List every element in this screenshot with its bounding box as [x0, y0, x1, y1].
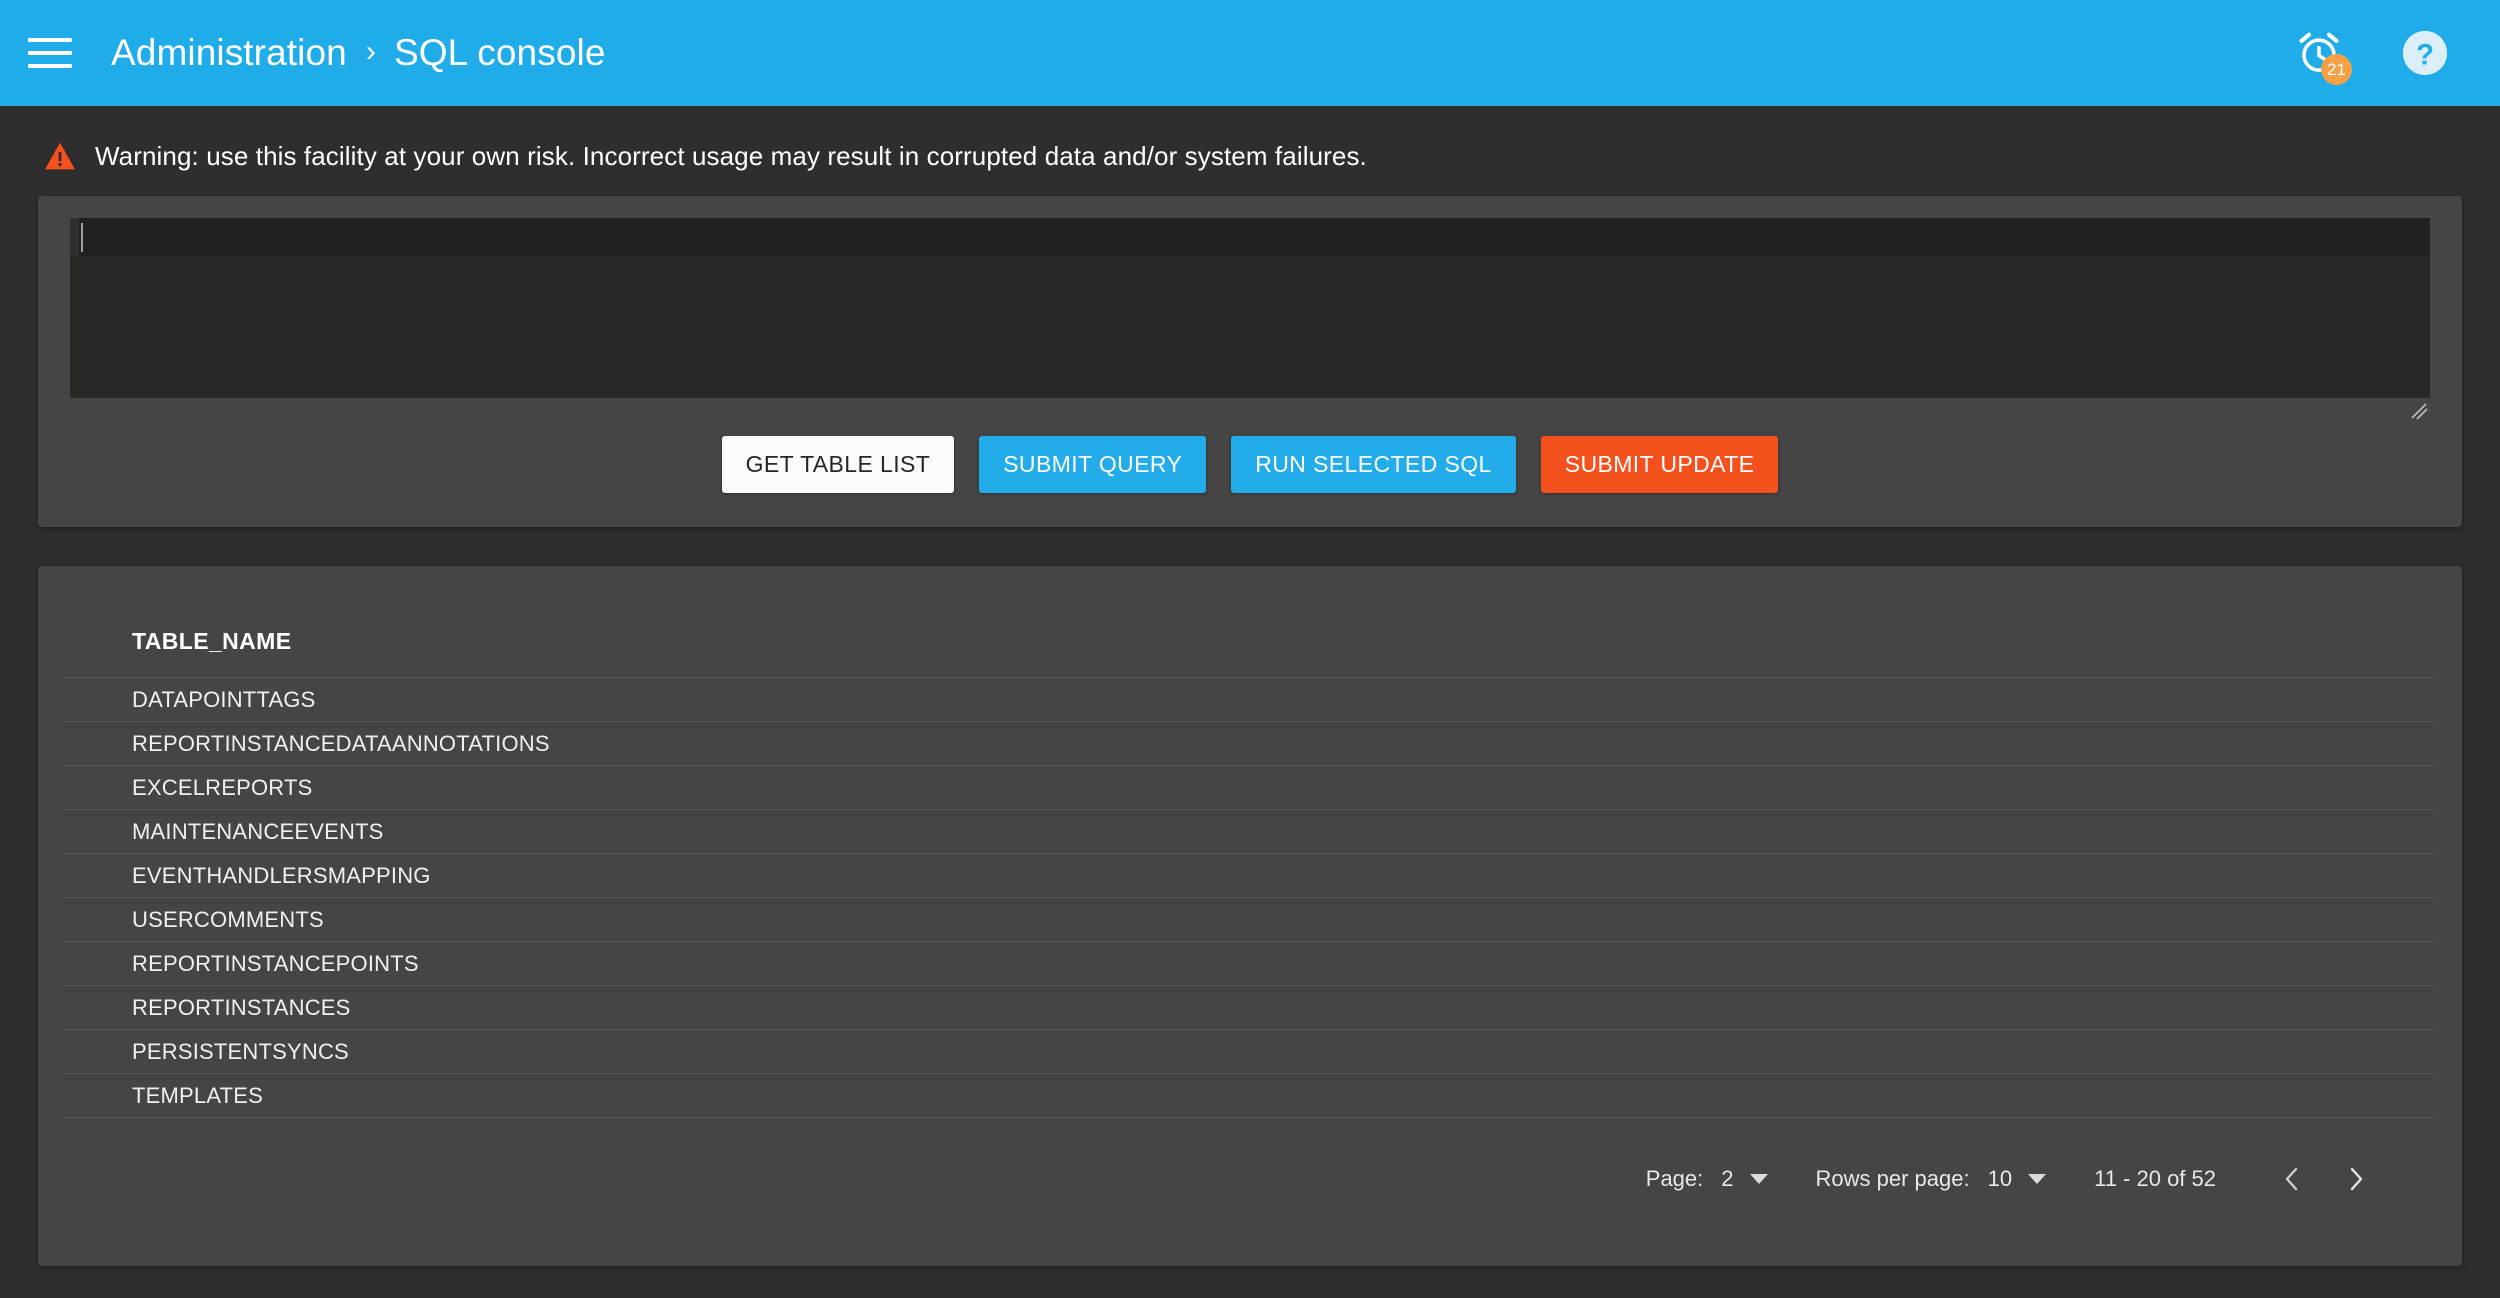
sql-input[interactable] — [70, 218, 2430, 398]
sql-editor-card: GET TABLE LIST SUBMIT QUERY RUN SELECTED… — [38, 196, 2462, 527]
table-row[interactable]: EXCELREPORTS — [64, 766, 2436, 810]
paginator: Page: 2 Rows per page: 10 11 - 20 of 52 — [64, 1118, 2436, 1208]
hamburger-bar — [28, 51, 72, 55]
chevron-right-icon — [2350, 1167, 2363, 1191]
sql-text-caret — [81, 223, 83, 252]
table-row[interactable]: MAINTENANCEEVENTS — [64, 810, 2436, 854]
alarms-badge-count: 21 — [2321, 54, 2352, 85]
breadcrumb-root[interactable]: Administration — [111, 32, 347, 74]
table-row[interactable]: PERSISTENTSYNCS — [64, 1030, 2436, 1074]
chevron-down-icon — [2028, 1174, 2047, 1184]
get-table-list-button[interactable]: GET TABLE LIST — [721, 436, 955, 493]
warning-banner: Warning: use this facility at your own r… — [0, 106, 2500, 171]
breadcrumb-current[interactable]: SQL console — [394, 32, 606, 74]
svg-text:?: ? — [2416, 39, 2434, 71]
warning-text: Warning: use this facility at your own r… — [95, 140, 1367, 171]
table-row[interactable]: EVENTHANDLERSMAPPING — [64, 854, 2436, 898]
column-header-table-name: TABLE_NAME — [132, 628, 292, 654]
table-row[interactable]: REPORTINSTANCEPOINTS — [64, 942, 2436, 986]
resize-grip-icon — [2411, 403, 2428, 420]
sql-gutter — [70, 218, 79, 256]
results-row-list: DATAPOINTTAGS REPORTINSTANCEDATAANNOTATI… — [64, 677, 2436, 1118]
page-body: Warning: use this facility at your own r… — [0, 106, 2500, 1298]
page-label: Page: — [1645, 1166, 1704, 1191]
submit-update-button[interactable]: SUBMIT UPDATE — [1540, 436, 1779, 493]
pagination-nav — [2260, 1150, 2388, 1208]
hamburger-bar — [28, 64, 72, 68]
table-row[interactable]: REPORTINSTANCES — [64, 986, 2436, 1030]
chevron-right-icon: › — [365, 35, 376, 68]
pagination-range: 11 - 20 of 52 — [2094, 1166, 2216, 1191]
editor-actions: GET TABLE LIST SUBMIT QUERY RUN SELECTED… — [70, 436, 2430, 493]
table-row[interactable]: DATAPOINTTAGS — [64, 678, 2436, 722]
results-table: TABLE_NAME DATAPOINTTAGS REPORTINSTANCED… — [38, 566, 2462, 1208]
alarms-button[interactable]: 21 — [2288, 22, 2352, 85]
sql-active-line — [70, 218, 2430, 256]
breadcrumb: Administration › SQL console — [111, 32, 606, 74]
hamburger-bar — [28, 38, 72, 42]
editor-resize-handle[interactable] — [70, 400, 2430, 420]
chevron-down-icon — [1749, 1174, 1768, 1184]
chevron-left-icon — [2285, 1167, 2298, 1191]
run-selected-sql-button[interactable]: RUN SELECTED SQL — [1231, 436, 1516, 493]
table-row[interactable]: REPORTINSTANCEDATAANNOTATIONS — [64, 722, 2436, 766]
submit-query-button[interactable]: SUBMIT QUERY — [979, 436, 1207, 493]
page-select-value: 2 — [1721, 1166, 1734, 1191]
help-button[interactable]: ? — [2394, 22, 2456, 84]
hamburger-menu-icon[interactable] — [28, 33, 74, 73]
rows-per-page-value: 10 — [1987, 1166, 2013, 1191]
help-circle-icon: ? — [2402, 30, 2448, 76]
rows-per-page-label: Rows per page: — [1815, 1166, 1970, 1191]
page-select[interactable]: 2 — [1721, 1166, 1768, 1192]
table-row[interactable]: TEMPLATES — [64, 1074, 2436, 1118]
app-header: Administration › SQL console 21 ? — [0, 0, 2500, 106]
warning-triangle-icon — [45, 142, 75, 170]
rows-per-page-select[interactable]: 10 — [1987, 1166, 2047, 1192]
appbar-actions: 21 ? — [2288, 22, 2456, 85]
previous-page-button[interactable] — [2260, 1150, 2324, 1208]
next-page-button[interactable] — [2324, 1150, 2388, 1208]
results-card: TABLE_NAME DATAPOINTTAGS REPORTINSTANCED… — [38, 566, 2462, 1266]
table-row[interactable]: USERCOMMENTS — [64, 898, 2436, 942]
